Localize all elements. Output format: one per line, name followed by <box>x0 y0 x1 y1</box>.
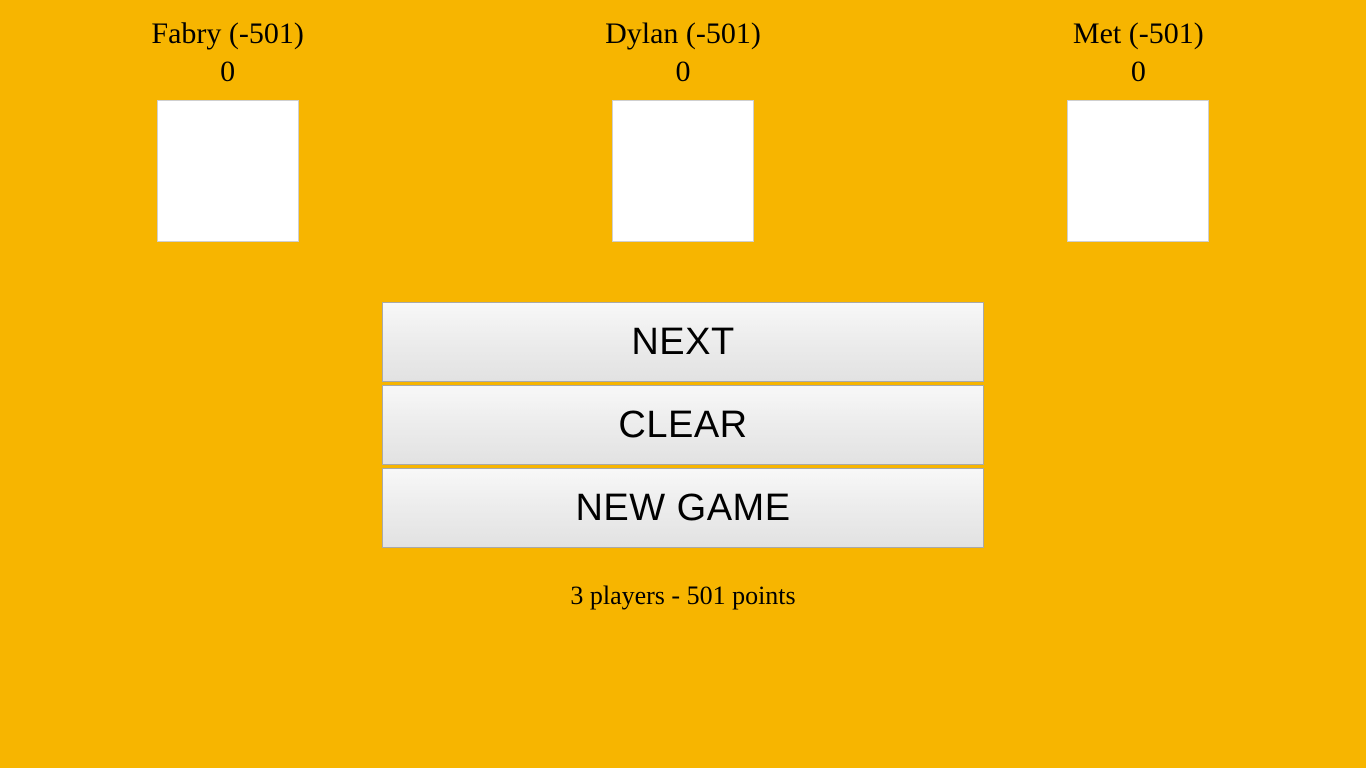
player-2-header: Dylan (-501) <box>605 16 761 52</box>
new-game-button[interactable]: NEW GAME <box>382 468 984 548</box>
next-button[interactable]: NEXT <box>382 302 984 382</box>
controls: NEXT CLEAR NEW GAME <box>382 302 984 551</box>
status-text: 3 players - 501 points <box>0 581 1366 611</box>
player-1-header: Fabry (-501) <box>151 16 303 52</box>
player-1: Fabry (-501) 0 <box>0 16 455 242</box>
player-1-input-box[interactable] <box>157 100 299 242</box>
player-3-header: Met (-501) <box>1073 16 1204 52</box>
player-1-score: 0 <box>220 54 235 90</box>
player-2-score: 0 <box>675 54 690 90</box>
player-2: Dylan (-501) 0 <box>455 16 910 242</box>
players-row: Fabry (-501) 0 Dylan (-501) 0 Met (-501)… <box>0 0 1366 242</box>
clear-button[interactable]: CLEAR <box>382 385 984 465</box>
player-3-input-box[interactable] <box>1067 100 1209 242</box>
player-3: Met (-501) 0 <box>911 16 1366 242</box>
player-3-score: 0 <box>1131 54 1146 90</box>
player-2-input-box[interactable] <box>612 100 754 242</box>
